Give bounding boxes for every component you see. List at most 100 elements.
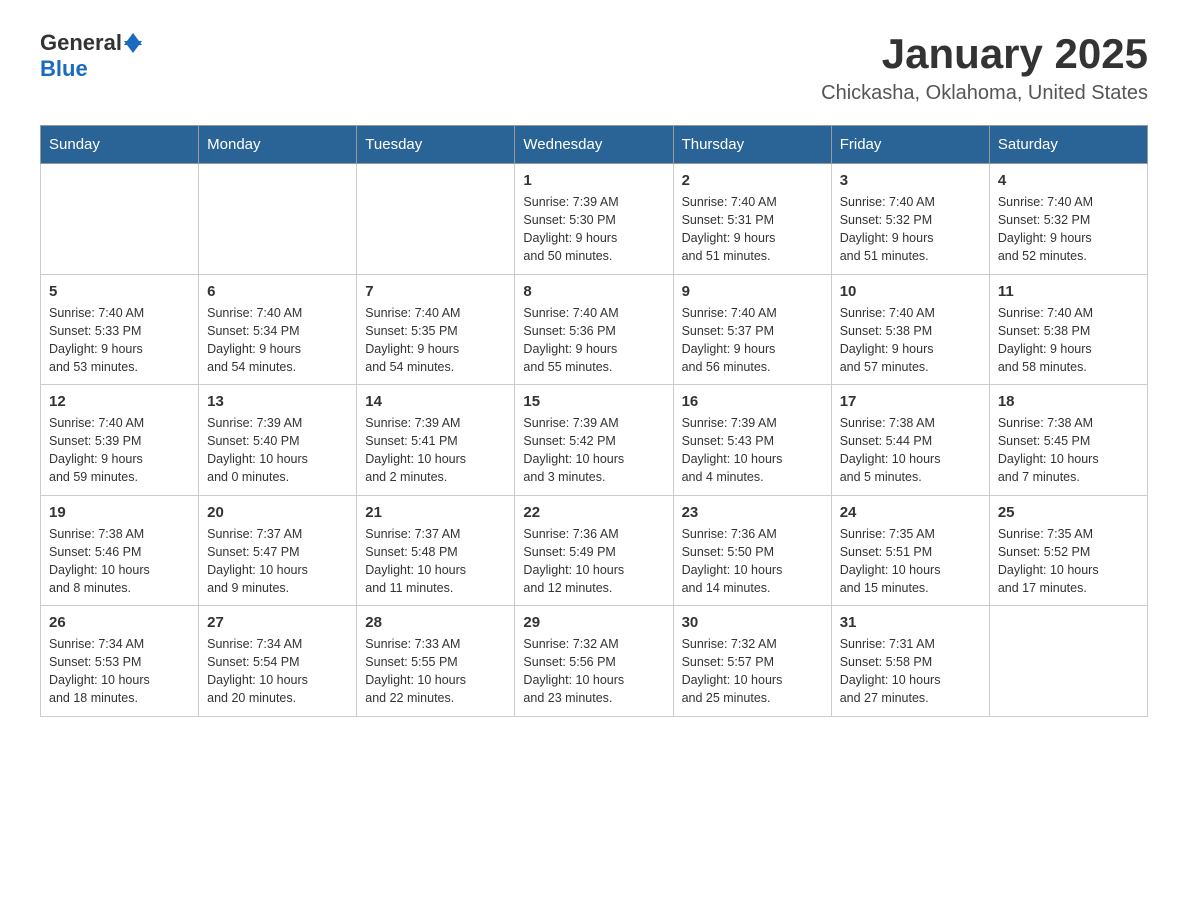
day-number: 29 <box>523 614 664 631</box>
day-info: Sunrise: 7:39 AM Sunset: 5:40 PM Dayligh… <box>207 414 348 487</box>
day-number: 9 <box>682 283 823 300</box>
calendar-day-16: 16 Sunrise: 7:39 AM Sunset: 5:43 PM Dayli… <box>673 385 831 496</box>
subtitle: Chickasha, Oklahoma, United States <box>821 82 1148 105</box>
calendar-empty-cell <box>989 606 1147 717</box>
calendar-day-27: 27 Sunrise: 7:34 AM Sunset: 5:54 PM Dayli… <box>199 606 357 717</box>
day-info: Sunrise: 7:40 AM Sunset: 5:35 PM Dayligh… <box>365 304 506 377</box>
day-info: Sunrise: 7:34 AM Sunset: 5:54 PM Dayligh… <box>207 635 348 708</box>
logo: General Blue <box>40 30 142 82</box>
day-info: Sunrise: 7:40 AM Sunset: 5:34 PM Dayligh… <box>207 304 348 377</box>
calendar-day-11: 11 Sunrise: 7:40 AM Sunset: 5:38 PM Dayli… <box>989 274 1147 385</box>
day-number: 30 <box>682 614 823 631</box>
day-number: 21 <box>365 504 506 521</box>
weekday-header-monday: Monday <box>199 126 357 164</box>
day-info: Sunrise: 7:34 AM Sunset: 5:53 PM Dayligh… <box>49 635 190 708</box>
calendar-day-6: 6 Sunrise: 7:40 AM Sunset: 5:34 PM Daylig… <box>199 274 357 385</box>
day-info: Sunrise: 7:33 AM Sunset: 5:55 PM Dayligh… <box>365 635 506 708</box>
day-info: Sunrise: 7:37 AM Sunset: 5:47 PM Dayligh… <box>207 525 348 598</box>
day-number: 15 <box>523 393 664 410</box>
day-number: 23 <box>682 504 823 521</box>
day-number: 6 <box>207 283 348 300</box>
calendar-day-28: 28 Sunrise: 7:33 AM Sunset: 5:55 PM Dayli… <box>357 606 515 717</box>
day-number: 25 <box>998 504 1139 521</box>
day-number: 28 <box>365 614 506 631</box>
day-info: Sunrise: 7:39 AM Sunset: 5:30 PM Dayligh… <box>523 193 664 266</box>
calendar-day-7: 7Sunrise: 7:40 AM Sunset: 5:35 PM Daylig… <box>357 274 515 385</box>
day-info: Sunrise: 7:39 AM Sunset: 5:43 PM Dayligh… <box>682 414 823 487</box>
calendar-week-row: 12 Sunrise: 7:40 AM Sunset: 5:39 PM Dayli… <box>41 385 1148 496</box>
logo-general-text: General <box>40 30 122 56</box>
calendar-day-17: 17Sunrise: 7:38 AM Sunset: 5:44 PM Dayli… <box>831 385 989 496</box>
day-info: Sunrise: 7:40 AM Sunset: 5:31 PM Dayligh… <box>682 193 823 266</box>
day-info: Sunrise: 7:38 AM Sunset: 5:46 PM Dayligh… <box>49 525 190 598</box>
day-info: Sunrise: 7:40 AM Sunset: 5:32 PM Dayligh… <box>998 193 1139 266</box>
calendar-day-5: 5 Sunrise: 7:40 AM Sunset: 5:33 PM Daylig… <box>41 274 199 385</box>
day-number: 5 <box>49 283 190 300</box>
calendar-empty-cell <box>41 164 199 275</box>
day-number: 4 <box>998 172 1139 189</box>
weekday-header-wednesday: Wednesday <box>515 126 673 164</box>
day-info: Sunrise: 7:32 AM Sunset: 5:56 PM Dayligh… <box>523 635 664 708</box>
day-info: Sunrise: 7:36 AM Sunset: 5:50 PM Dayligh… <box>682 525 823 598</box>
calendar-day-4: 4 Sunrise: 7:40 AM Sunset: 5:32 PM Daylig… <box>989 164 1147 275</box>
calendar-day-20: 20Sunrise: 7:37 AM Sunset: 5:47 PM Dayli… <box>199 495 357 606</box>
day-number: 8 <box>523 283 664 300</box>
calendar-header-row: SundayMondayTuesdayWednesdayThursdayFrid… <box>41 126 1148 164</box>
calendar-day-12: 12 Sunrise: 7:40 AM Sunset: 5:39 PM Dayli… <box>41 385 199 496</box>
day-info: Sunrise: 7:40 AM Sunset: 5:38 PM Dayligh… <box>998 304 1139 377</box>
day-info: Sunrise: 7:39 AM Sunset: 5:41 PM Dayligh… <box>365 414 506 487</box>
calendar-day-25: 25 Sunrise: 7:35 AM Sunset: 5:52 PM Dayli… <box>989 495 1147 606</box>
calendar-day-14: 14 Sunrise: 7:39 AM Sunset: 5:41 PM Dayli… <box>357 385 515 496</box>
calendar-week-row: 26 Sunrise: 7:34 AM Sunset: 5:53 PM Dayli… <box>41 606 1148 717</box>
calendar-day-23: 23 Sunrise: 7:36 AM Sunset: 5:50 PM Dayli… <box>673 495 831 606</box>
day-number: 1 <box>523 172 664 189</box>
calendar-day-1: 1 Sunrise: 7:39 AM Sunset: 5:30 PM Daylig… <box>515 164 673 275</box>
day-info: Sunrise: 7:40 AM Sunset: 5:38 PM Dayligh… <box>840 304 981 377</box>
day-info: Sunrise: 7:38 AM Sunset: 5:45 PM Dayligh… <box>998 414 1139 487</box>
day-number: 31 <box>840 614 981 631</box>
day-number: 13 <box>207 393 348 410</box>
calendar-day-9: 9 Sunrise: 7:40 AM Sunset: 5:37 PM Daylig… <box>673 274 831 385</box>
day-number: 27 <box>207 614 348 631</box>
calendar-day-8: 8 Sunrise: 7:40 AM Sunset: 5:36 PM Daylig… <box>515 274 673 385</box>
calendar-day-13: 13 Sunrise: 7:39 AM Sunset: 5:40 PM Dayli… <box>199 385 357 496</box>
day-number: 10 <box>840 283 981 300</box>
day-number: 17 <box>840 393 981 410</box>
day-info: Sunrise: 7:40 AM Sunset: 5:36 PM Dayligh… <box>523 304 664 377</box>
day-number: 22 <box>523 504 664 521</box>
calendar-day-3: 3 Sunrise: 7:40 AM Sunset: 5:32 PM Daylig… <box>831 164 989 275</box>
day-info: Sunrise: 7:40 AM Sunset: 5:39 PM Dayligh… <box>49 414 190 487</box>
weekday-header-sunday: Sunday <box>41 126 199 164</box>
calendar-day-15: 15 Sunrise: 7:39 AM Sunset: 5:42 PM Dayli… <box>515 385 673 496</box>
day-number: 18 <box>998 393 1139 410</box>
calendar-day-2: 2Sunrise: 7:40 AM Sunset: 5:31 PM Daylig… <box>673 164 831 275</box>
day-number: 16 <box>682 393 823 410</box>
weekday-header-tuesday: Tuesday <box>357 126 515 164</box>
calendar-week-row: 19Sunrise: 7:38 AM Sunset: 5:46 PM Dayli… <box>41 495 1148 606</box>
calendar-day-21: 21Sunrise: 7:37 AM Sunset: 5:48 PM Dayli… <box>357 495 515 606</box>
day-number: 11 <box>998 283 1139 300</box>
day-number: 3 <box>840 172 981 189</box>
logo-blue-text: Blue <box>40 56 88 82</box>
day-info: Sunrise: 7:35 AM Sunset: 5:52 PM Dayligh… <box>998 525 1139 598</box>
day-number: 12 <box>49 393 190 410</box>
calendar-day-29: 29 Sunrise: 7:32 AM Sunset: 5:56 PM Dayli… <box>515 606 673 717</box>
day-info: Sunrise: 7:40 AM Sunset: 5:37 PM Dayligh… <box>682 304 823 377</box>
day-info: Sunrise: 7:40 AM Sunset: 5:33 PM Dayligh… <box>49 304 190 377</box>
calendar-day-10: 10 Sunrise: 7:40 AM Sunset: 5:38 PM Dayli… <box>831 274 989 385</box>
calendar-day-24: 24Sunrise: 7:35 AM Sunset: 5:51 PM Dayli… <box>831 495 989 606</box>
calendar-week-row: 1 Sunrise: 7:39 AM Sunset: 5:30 PM Daylig… <box>41 164 1148 275</box>
weekday-header-friday: Friday <box>831 126 989 164</box>
day-number: 14 <box>365 393 506 410</box>
calendar-day-19: 19Sunrise: 7:38 AM Sunset: 5:46 PM Dayli… <box>41 495 199 606</box>
main-title: January 2025 <box>821 30 1148 78</box>
day-info: Sunrise: 7:39 AM Sunset: 5:42 PM Dayligh… <box>523 414 664 487</box>
calendar-day-18: 18 Sunrise: 7:38 AM Sunset: 5:45 PM Dayli… <box>989 385 1147 496</box>
day-number: 26 <box>49 614 190 631</box>
day-number: 24 <box>840 504 981 521</box>
calendar-empty-cell <box>357 164 515 275</box>
day-info: Sunrise: 7:40 AM Sunset: 5:32 PM Dayligh… <box>840 193 981 266</box>
day-info: Sunrise: 7:32 AM Sunset: 5:57 PM Dayligh… <box>682 635 823 708</box>
calendar-day-22: 22Sunrise: 7:36 AM Sunset: 5:49 PM Dayli… <box>515 495 673 606</box>
calendar-week-row: 5 Sunrise: 7:40 AM Sunset: 5:33 PM Daylig… <box>41 274 1148 385</box>
